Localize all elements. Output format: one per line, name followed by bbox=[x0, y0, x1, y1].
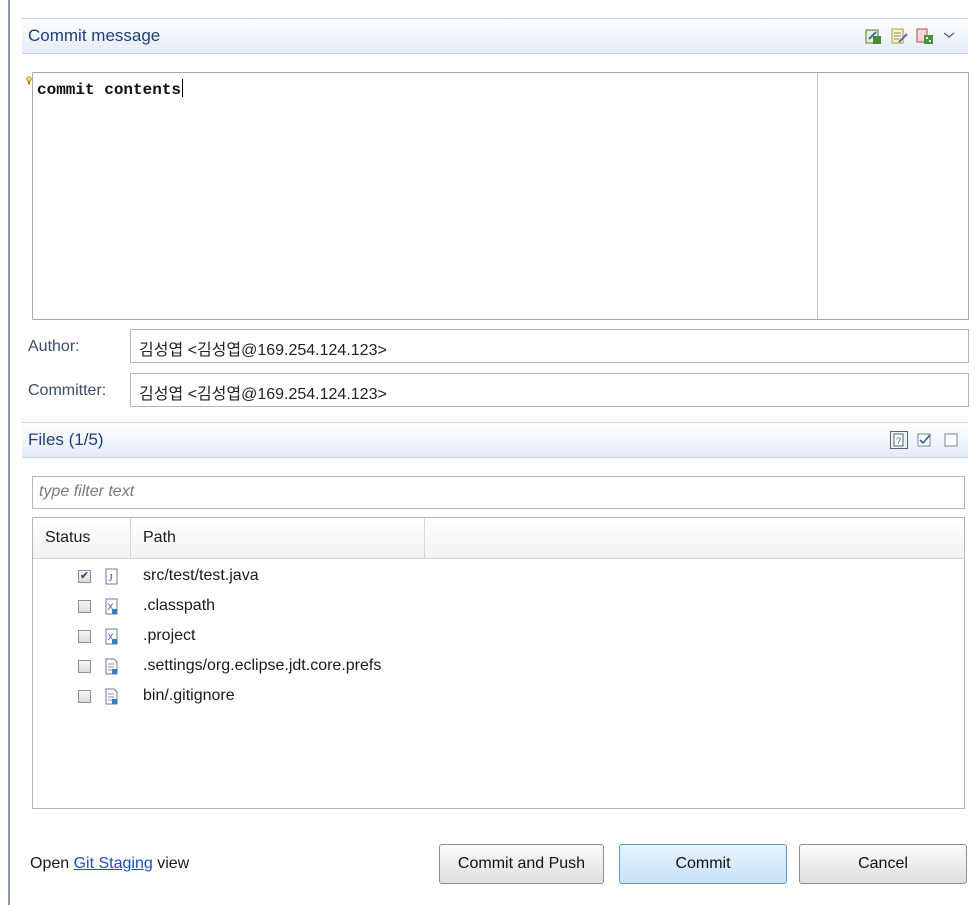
row-path: .settings/org.eclipse.jdt.core.prefs bbox=[143, 657, 382, 674]
change-id-icon[interactable] bbox=[916, 27, 934, 45]
xml-file-icon: X bbox=[105, 628, 118, 644]
table-row[interactable]: bin/.gitignore bbox=[33, 682, 964, 710]
files-header: Files (1/5) ? bbox=[22, 422, 968, 458]
commit-message-header: Commit message bbox=[22, 18, 968, 54]
open-staging-text: Open Git Staging view bbox=[30, 855, 189, 873]
table-row[interactable]: X .project bbox=[33, 622, 964, 650]
view-menu-chevron-icon[interactable] bbox=[942, 27, 960, 45]
text-file-icon bbox=[105, 658, 118, 674]
row-path: bin/.gitignore bbox=[143, 687, 235, 704]
committer-field[interactable]: 김성엽 <김성엽@169.254.124.123> bbox=[130, 373, 969, 407]
select-all-icon[interactable] bbox=[916, 431, 934, 449]
row-checkbox[interactable] bbox=[78, 629, 91, 643]
commit-message-text: commit contents bbox=[37, 81, 182, 99]
signed-off-icon[interactable] bbox=[890, 27, 908, 45]
line-length-margin bbox=[817, 73, 818, 319]
commit-button[interactable]: Commit bbox=[619, 844, 787, 884]
table-row[interactable]: X .classpath bbox=[33, 592, 964, 620]
table-row[interactable]: .settings/org.eclipse.jdt.core.prefs bbox=[33, 652, 964, 680]
row-checkbox[interactable]: ✔ bbox=[78, 569, 91, 583]
open-prefix: Open bbox=[30, 855, 70, 872]
commit-message-title: Commit message bbox=[28, 26, 161, 45]
row-path: src/test/test.java bbox=[143, 567, 259, 584]
column-header-path[interactable]: Path bbox=[131, 518, 425, 558]
row-checkbox[interactable] bbox=[78, 689, 91, 703]
committer-label: Committer: bbox=[28, 382, 107, 399]
svg-text:?: ? bbox=[896, 436, 901, 446]
row-checkbox[interactable] bbox=[78, 659, 91, 673]
svg-text:J: J bbox=[109, 572, 114, 584]
author-field[interactable]: 김성엽 <김성엽@169.254.124.123> bbox=[130, 329, 969, 363]
table-row[interactable]: ✔ J src/test/test.java bbox=[33, 562, 964, 590]
xml-file-icon: X bbox=[105, 598, 118, 614]
files-table: Status Path ✔ J src/test/test.java X .cl… bbox=[32, 517, 965, 809]
row-path: .classpath bbox=[143, 597, 216, 614]
show-untracked-icon[interactable]: ? bbox=[890, 431, 908, 449]
open-suffix: view bbox=[157, 855, 190, 872]
column-header-status[interactable]: Status bbox=[33, 518, 131, 558]
text-caret bbox=[182, 79, 184, 97]
text-file-icon bbox=[105, 688, 118, 704]
files-table-header: Status Path bbox=[33, 518, 964, 559]
window-border bbox=[8, 0, 10, 905]
git-staging-link[interactable]: Git Staging bbox=[74, 855, 153, 872]
commit-message-textarea[interactable]: commit contents bbox=[32, 72, 969, 320]
deselect-all-icon[interactable] bbox=[942, 431, 960, 449]
filter-input[interactable]: type filter text bbox=[32, 476, 965, 509]
java-file-icon: J bbox=[105, 568, 118, 584]
row-path: .project bbox=[143, 627, 196, 644]
author-label: Author: bbox=[28, 338, 80, 355]
commit-and-push-button[interactable]: Commit and Push bbox=[439, 844, 604, 884]
files-title: Files (1/5) bbox=[28, 430, 104, 449]
cancel-button[interactable]: Cancel bbox=[799, 844, 967, 884]
row-checkbox[interactable] bbox=[78, 599, 91, 613]
amend-icon[interactable] bbox=[864, 27, 882, 45]
